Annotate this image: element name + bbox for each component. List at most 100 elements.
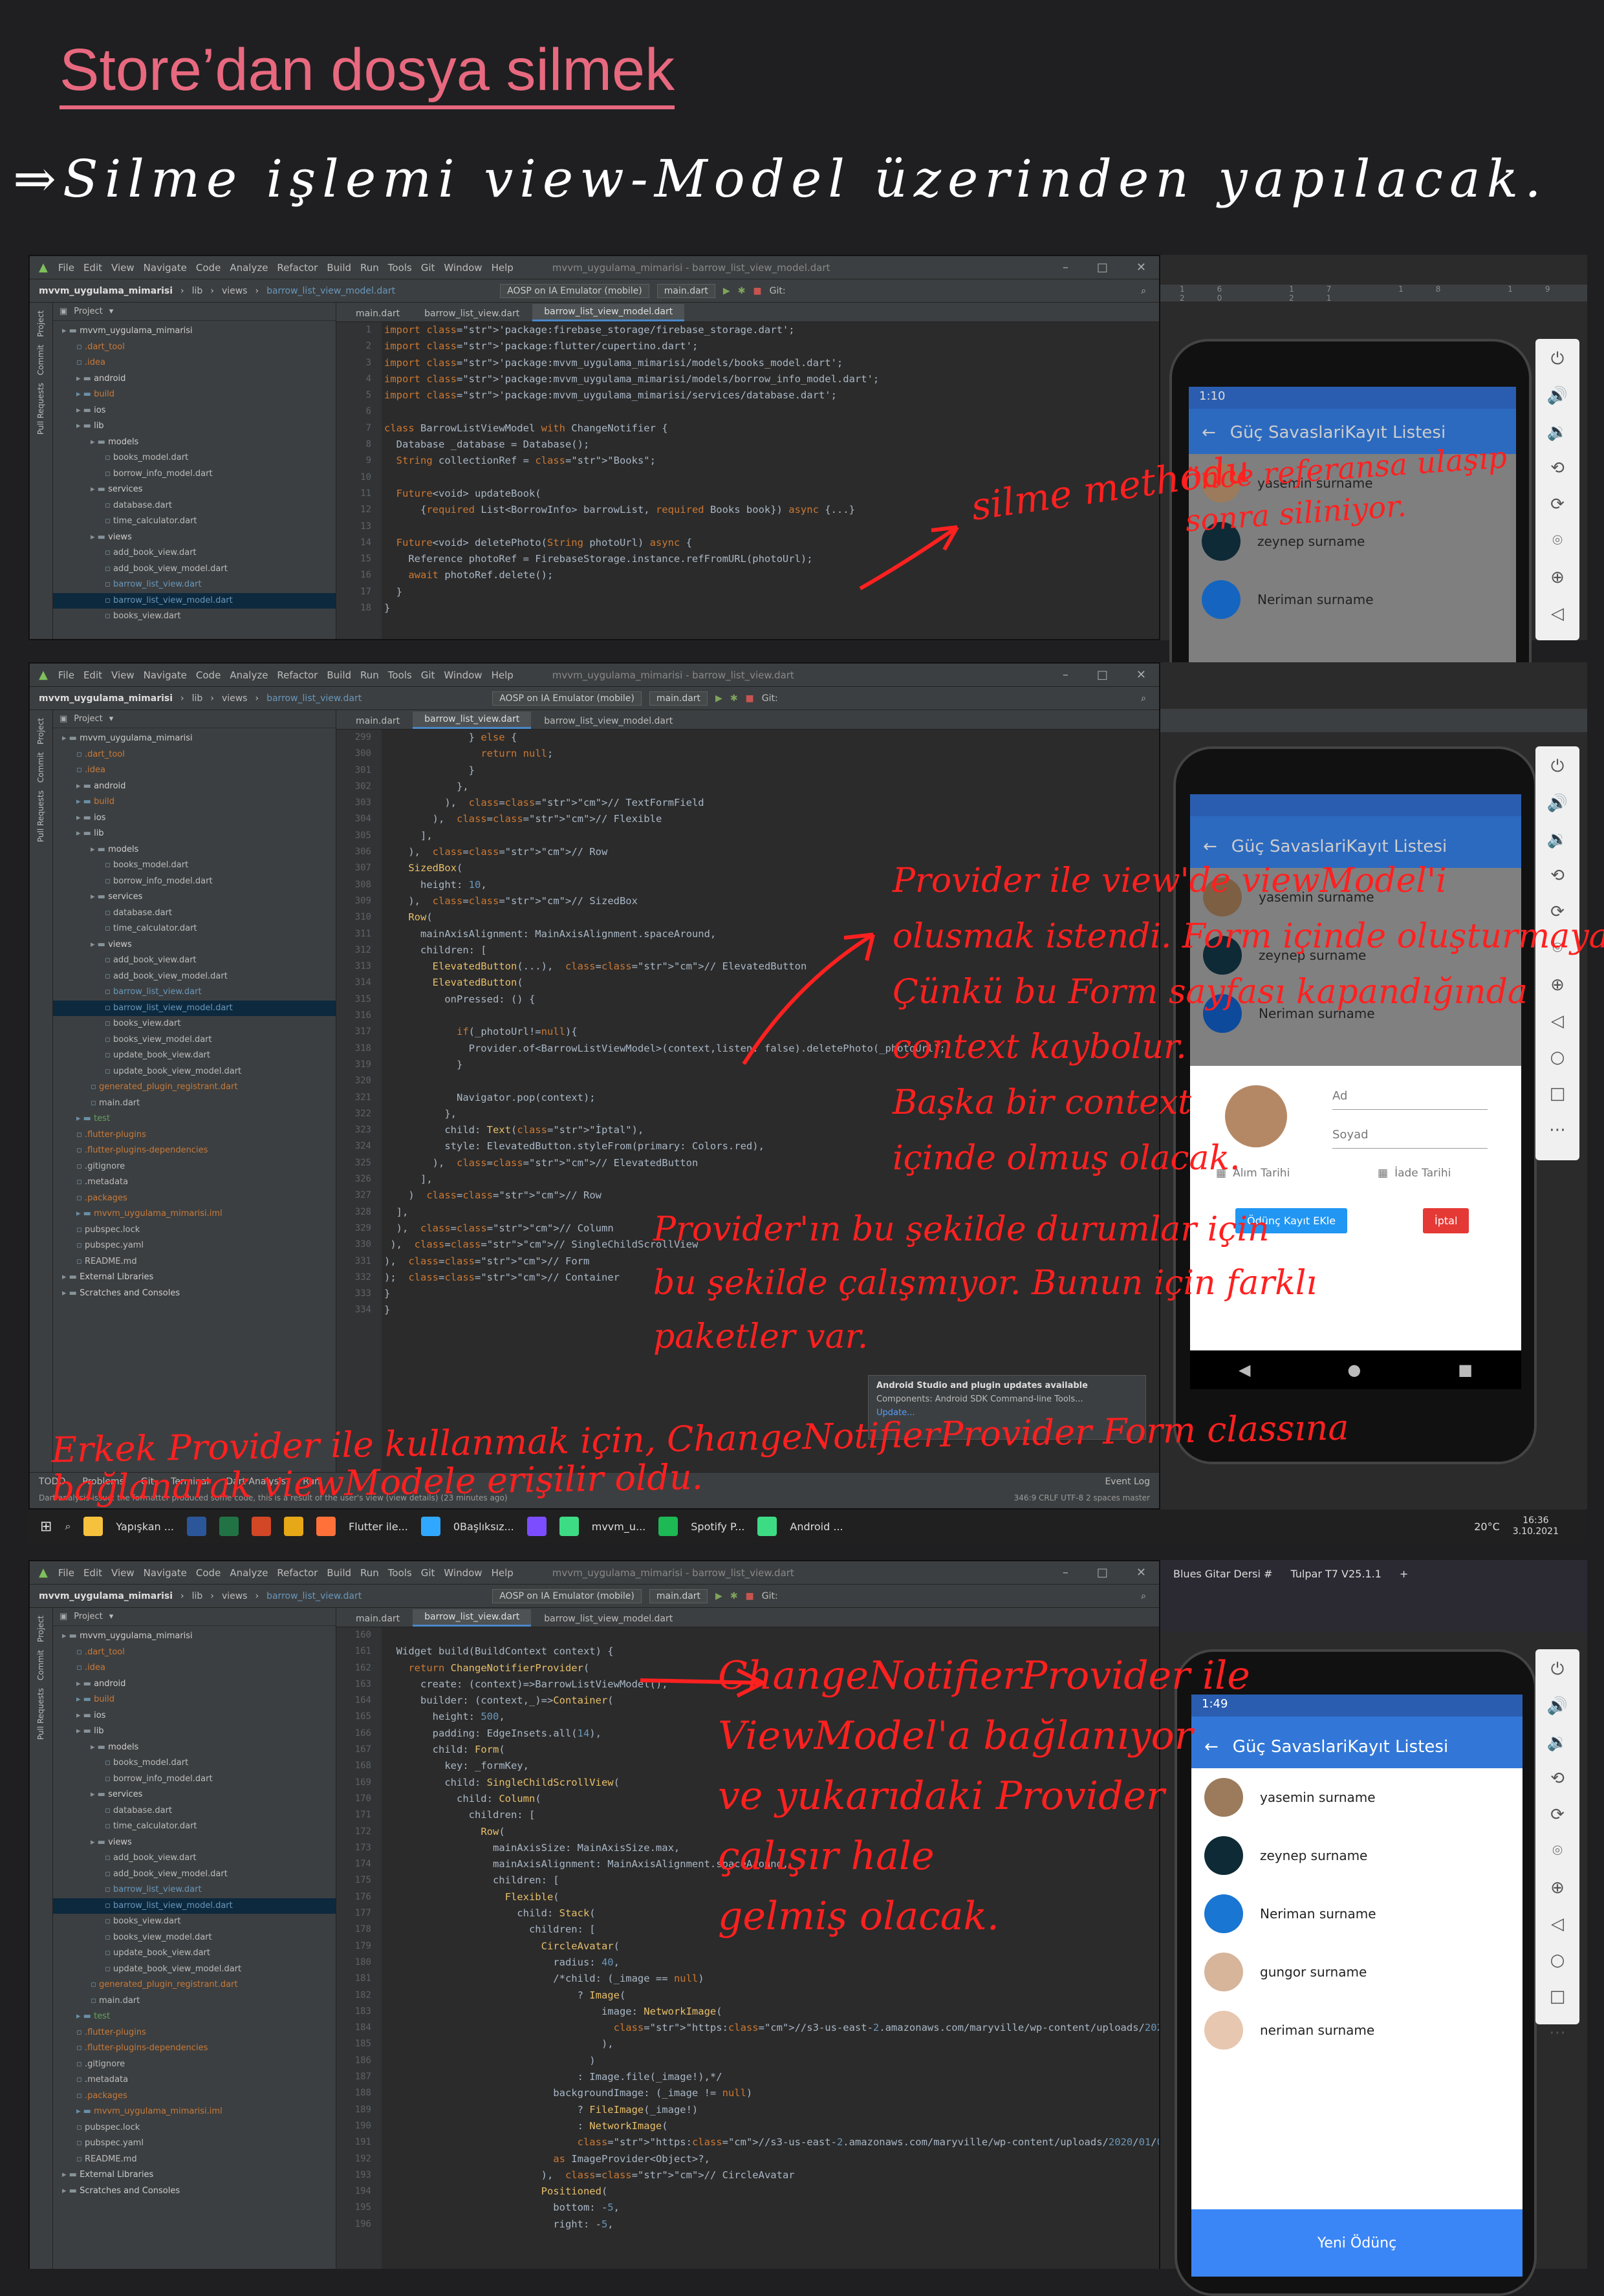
tree-item[interactable]: ▸ ▬ services: [53, 889, 336, 905]
home-icon[interactable]: ○: [1550, 1951, 1565, 1970]
menu-item-navigate[interactable]: Navigate: [144, 262, 187, 274]
tree-item[interactable]: ▫ books_view.dart: [53, 1914, 336, 1930]
volume-up-icon[interactable]: 🔊: [1547, 794, 1568, 813]
browser-tab[interactable]: Tulpar T7 V25.1.1: [1290, 1568, 1381, 1580]
code-line[interactable]: },: [384, 779, 1146, 795]
menu-item-code[interactable]: Code: [196, 1567, 221, 1579]
code-line[interactable]: ? FileImage(_image!): [384, 2102, 1146, 2118]
menu-item-analyze[interactable]: Analyze: [230, 262, 268, 274]
tree-item[interactable]: ▫ books_view.dart: [53, 1016, 336, 1032]
rotate-right-icon[interactable]: ⟳: [1550, 495, 1565, 514]
tree-item[interactable]: ▸ ▬ models: [53, 1740, 336, 1756]
volume-down-icon[interactable]: 🔉: [1547, 830, 1568, 849]
device-selector[interactable]: AOSP on IA Emulator (mobile): [500, 283, 649, 298]
tree-item[interactable]: ▸ ▬ models: [53, 435, 336, 451]
nav-home-icon[interactable]: ●: [1347, 1361, 1361, 1379]
tree-item[interactable]: ▫ .metadata: [53, 2072, 336, 2088]
menu-item-analyze[interactable]: Analyze: [230, 1567, 268, 1579]
menu-item-help[interactable]: Help: [492, 669, 514, 681]
close-icon[interactable]: ✕: [1136, 261, 1146, 274]
tree-item[interactable]: ▫ add_book_view.dart: [53, 953, 336, 969]
code-line[interactable]: class="str">"https:class="cm">//s3-us-ea…: [384, 2020, 1159, 2036]
tree-item[interactable]: ▸ ▬ Scratches and Consoles: [53, 1286, 336, 1302]
menu-item-refactor[interactable]: Refactor: [277, 1567, 318, 1579]
code-line[interactable]: import class="str">'package:flutter/cupe…: [384, 338, 1146, 354]
debug-icon[interactable]: ✱: [730, 1591, 738, 1601]
powerpoint-icon[interactable]: [252, 1517, 271, 1536]
photoshop-icon[interactable]: [420, 1517, 440, 1536]
tree-item[interactable]: ▫ add_book_view.dart: [53, 1850, 336, 1867]
menu-item-file[interactable]: File: [58, 1567, 74, 1579]
tree-item[interactable]: ▸ ▬ android: [53, 1676, 336, 1693]
code-line[interactable]: } else {: [384, 730, 1146, 746]
project-panel-label[interactable]: Project: [74, 307, 102, 316]
word-icon[interactable]: [187, 1517, 206, 1536]
tree-item[interactable]: ▫ books_model.dart: [53, 1755, 336, 1771]
tree-item[interactable]: ▸ ▬ android: [53, 779, 336, 795]
tree-item[interactable]: ▫ time_calculator.dart: [53, 1819, 336, 1835]
new-tab-icon[interactable]: +: [1400, 1568, 1408, 1580]
project-panel-label[interactable]: Project: [74, 1612, 102, 1621]
menu-item-tools[interactable]: Tools: [388, 669, 412, 681]
menu-item-build[interactable]: Build: [327, 669, 351, 681]
tab-main-dart[interactable]: main.dart: [344, 306, 412, 321]
maximize-icon[interactable]: □: [1097, 668, 1108, 682]
tree-item[interactable]: ▫ .flutter-plugins-dependencies: [53, 2041, 336, 2057]
tree-item[interactable]: ▫ books_view_model.dart: [53, 1032, 336, 1048]
clock[interactable]: 16:36 3.10.2021: [1513, 1515, 1585, 1537]
menu-item-code[interactable]: Code: [196, 262, 221, 274]
tree-item[interactable]: ▫ .dart_tool: [53, 340, 336, 356]
menu-item-view[interactable]: View: [111, 669, 135, 681]
cancel-button[interactable]: İptal: [1423, 1208, 1469, 1233]
tree-item[interactable]: ▸ ▬ services: [53, 1787, 336, 1803]
code-line[interactable]: backgroundImage: (_image != null): [384, 2085, 1146, 2101]
code-line[interactable]: Future<void> deletePhoto(String photoUrl…: [384, 535, 1146, 551]
chevron-down-icon[interactable]: ▾: [109, 1612, 114, 1621]
tree-item[interactable]: ▫ barrow_list_view.dart: [53, 984, 336, 1001]
code-line[interactable]: }: [384, 584, 1146, 600]
taskbar-item[interactable]: Android ...: [790, 1521, 843, 1533]
close-icon[interactable]: ✕: [1136, 668, 1146, 682]
firefox-icon[interactable]: [316, 1517, 336, 1536]
code-line[interactable]: ), class=class="str">"cm">// TextFormFie…: [384, 795, 1146, 811]
power-icon[interactable]: ⏻: [1551, 349, 1565, 369]
tree-item[interactable]: ▫ main.dart: [53, 1993, 336, 2009]
tree-item[interactable]: ▸ ▬ lib: [53, 418, 336, 435]
windows-start-icon[interactable]: ⊞: [40, 1519, 52, 1535]
menu-item-tools[interactable]: Tools: [388, 1567, 412, 1579]
tree-item[interactable]: ▫ generated_plugin_registrant.dart: [53, 1977, 336, 1993]
code-line[interactable]: ) class=class="str">"cm">// Row: [384, 1187, 1146, 1204]
tree-item[interactable]: ▫ borrow_info_model.dart: [53, 1771, 336, 1788]
run-config-selector[interactable]: main.dart: [649, 1588, 708, 1603]
tab-main-dart[interactable]: main.dart: [344, 1611, 412, 1627]
list-item[interactable]: gungor surname: [1191, 1943, 1523, 2001]
search-icon[interactable]: ⌕: [1141, 1591, 1146, 1601]
tree-item[interactable]: ▸ ▬ Scratches and Consoles: [53, 2183, 336, 2200]
tree-item[interactable]: ▫ time_calculator.dart: [53, 921, 336, 937]
tree-item[interactable]: ▫ pubspec.yaml: [53, 2136, 336, 2152]
tree-item[interactable]: ▫ .flutter-plugins-dependencies: [53, 1143, 336, 1159]
menu-item-view[interactable]: View: [111, 1567, 135, 1579]
tree-item[interactable]: ▫ borrow_info_model.dart: [53, 466, 336, 482]
breadcrumb-file[interactable]: barrow_list_view_model.dart: [266, 286, 395, 296]
zoom-icon[interactable]: ⊕: [1550, 1878, 1565, 1898]
stop-icon[interactable]: ■: [746, 693, 754, 704]
tree-item[interactable]: ▸ ▬ mvvm_uygulama_mimarisi: [53, 323, 336, 340]
taskbar-item[interactable]: Spotify P...: [691, 1521, 744, 1533]
run-icon[interactable]: ▶: [723, 286, 730, 296]
power-icon[interactable]: ⏻: [1551, 757, 1565, 777]
tree-item[interactable]: ▸ ▬ views: [53, 937, 336, 953]
menu-item-refactor[interactable]: Refactor: [277, 262, 318, 274]
maximize-icon[interactable]: □: [1097, 1566, 1108, 1579]
folder-icon[interactable]: [284, 1517, 303, 1536]
tree-item[interactable]: ▸ ▬ mvvm_uygulama_mimarisi: [53, 731, 336, 747]
tree-item[interactable]: ▸ ▬ android: [53, 371, 336, 387]
tree-item[interactable]: ▫ add_book_view_model.dart: [53, 561, 336, 578]
device-selector[interactable]: AOSP on IA Emulator (mobile): [492, 691, 642, 706]
tree-item[interactable]: ▫ update_book_view_model.dart: [53, 1962, 336, 1978]
tree-item[interactable]: ▫ barrow_list_view_model.dart: [53, 1000, 336, 1016]
zoom-icon[interactable]: ⊕: [1550, 568, 1565, 587]
rotate-icon[interactable]: ⟲: [1550, 1769, 1565, 1788]
tool-commit[interactable]: Commit: [36, 752, 45, 783]
volume-down-icon[interactable]: 🔉: [1547, 422, 1568, 442]
